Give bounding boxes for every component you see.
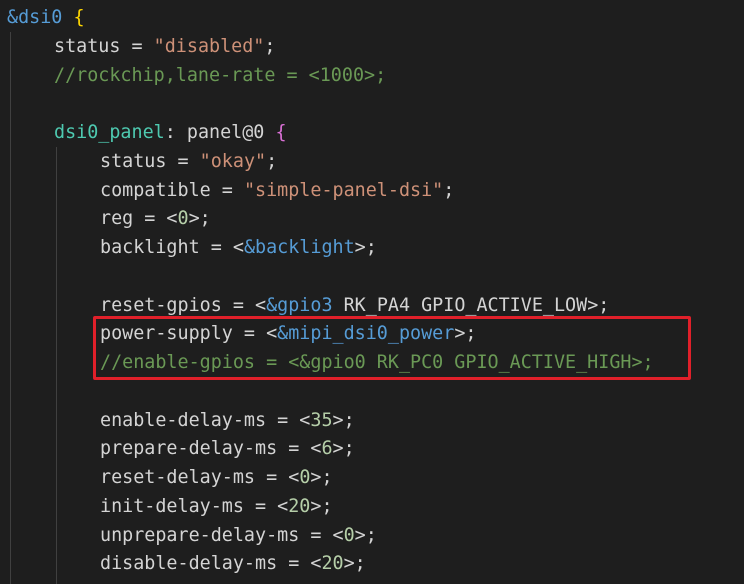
code-token: ; — [266, 150, 278, 172]
code-token: ; — [443, 179, 455, 201]
code-token: &backlight — [243, 237, 355, 258]
code-token: >; — [343, 553, 366, 575]
code-line[interactable]: status = "okay"; — [100, 148, 277, 177]
code-token: "okay" — [199, 150, 267, 172]
code-line[interactable]: //enable-gpios = <&gpio0 RK_PC0 GPIO_ACT… — [100, 349, 654, 378]
code-line[interactable]: //rockchip,lane-rate = <1000>; — [54, 62, 386, 91]
code-token: >; — [332, 438, 355, 460]
code-token: disable-delay-ms = < — [100, 553, 322, 575]
code-token: >; — [332, 409, 355, 431]
code-token: //rockchip,lane-rate = <1000>; — [54, 64, 387, 86]
code-line[interactable]: reg = <0>; — [100, 205, 211, 234]
code-line[interactable]: init-delay-ms = <20>; — [100, 493, 333, 522]
code-token: >; — [310, 495, 333, 517]
code-line[interactable]: compatible = "simple-panel-dsi"; — [100, 177, 454, 206]
code-token: status = — [100, 150, 200, 172]
code-token: 0 — [343, 524, 355, 546]
code-token: >; — [188, 208, 211, 230]
code-token: compatible = — [100, 179, 244, 201]
code-token: unprepare-delay-ms = < — [100, 524, 344, 546]
code-token: dsi0_panel — [54, 122, 165, 143]
code-token: { — [73, 7, 85, 28]
code-line[interactable]: reset-delay-ms = <0>; — [100, 464, 333, 493]
code-token: backlight = < — [100, 237, 244, 258]
code-token: power-supply = < — [100, 323, 278, 345]
code-token: 0 — [177, 208, 189, 230]
code-line[interactable]: reset-gpios = <&gpio3 RK_PA4 GPIO_ACTIVE… — [100, 292, 609, 321]
code-token: >; — [454, 323, 477, 345]
code-token: >; — [354, 237, 377, 258]
code-token: 20 — [321, 553, 344, 575]
code-token: >; — [354, 524, 377, 546]
code-line[interactable]: unprepare-delay-ms = <0>; — [100, 522, 377, 551]
code-line[interactable]: enable-delay-ms = <35>; — [100, 407, 355, 436]
code-line[interactable]: &dsi0 { — [7, 4, 85, 33]
code-token: 0 — [299, 467, 311, 488]
code-token: 6 — [321, 438, 333, 460]
code-line[interactable]: disable-delay-ms = <20>; — [100, 550, 366, 579]
code-token: &mipi_dsi0_power — [277, 323, 455, 345]
code-line[interactable]: status = "disabled"; — [54, 33, 275, 62]
code-token: "simple-panel-dsi" — [243, 179, 444, 201]
code-line[interactable]: prepare-delay-ms = <6>; — [100, 435, 355, 464]
code-token: prepare-delay-ms = < — [100, 438, 322, 460]
code-token: &dsi0 — [7, 7, 63, 28]
code-token: >; — [310, 467, 333, 488]
code-line[interactable]: dsi0_panel: panel@0 { — [54, 119, 287, 148]
code-token: //enable-gpios = <&gpio0 RK_PC0 GPIO_ACT… — [100, 352, 654, 373]
code-token: enable-delay-ms = < — [100, 409, 311, 431]
code-token: 20 — [288, 495, 311, 517]
code-token: { — [275, 122, 287, 143]
code-token: reset-delay-ms = < — [100, 467, 300, 488]
code-token: : panel@0 — [164, 122, 276, 143]
code-token: reg = < — [100, 208, 178, 230]
code-token: ; — [264, 35, 276, 57]
code-token: status = — [54, 35, 154, 57]
code-line[interactable]: backlight = <&backlight>; — [100, 234, 377, 263]
code-token: "disabled" — [153, 35, 265, 57]
code-token: 35 — [310, 409, 333, 431]
code-token: init-delay-ms = < — [100, 495, 289, 517]
code-token: RK_PA4 GPIO_ACTIVE_LOW>; — [332, 294, 610, 316]
indent-guide-level-1 — [10, 32, 11, 584]
code-editor[interactable]: &dsi0 {status = "disabled";//rockchip,la… — [0, 0, 744, 584]
code-token: reset-gpios = < — [100, 294, 267, 316]
code-token: &gpio3 — [266, 294, 333, 316]
code-line[interactable]: power-supply = <&mipi_dsi0_power>; — [100, 320, 476, 349]
indent-guide-level-2 — [56, 147, 57, 584]
